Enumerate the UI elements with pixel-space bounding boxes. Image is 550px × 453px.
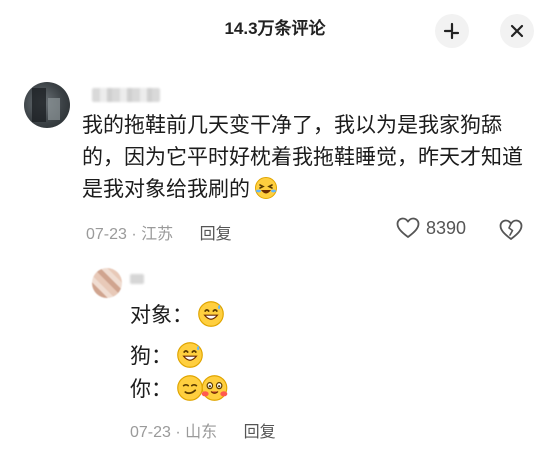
grinning-sweat-emoji	[176, 341, 204, 369]
reply-to-reply-button[interactable]: 回复	[244, 424, 276, 441]
meta-separator: ·	[131, 226, 137, 243]
heart-outline-icon	[396, 217, 420, 238]
reply-button[interactable]: 回复	[200, 226, 232, 243]
collapse-button[interactable]	[435, 14, 469, 48]
reply-speaker: 对象：	[130, 304, 193, 327]
reply-meta: 07-23 · 山东 回复	[130, 418, 276, 442]
dislike-button[interactable]	[499, 219, 523, 246]
commenter-username-blurred[interactable]	[92, 88, 160, 102]
like-count: 8390	[426, 217, 467, 238]
reply-date: 07-23	[130, 424, 171, 441]
reply-location: 山东	[185, 424, 218, 441]
comment-date: 07-23	[86, 226, 127, 243]
replier-avatar[interactable]	[92, 268, 122, 298]
collapse-icon	[443, 22, 460, 40]
meta-separator: ·	[175, 424, 181, 441]
close-icon	[510, 24, 524, 38]
grinning-sweat-emoji	[197, 300, 225, 328]
replier-username-blurred[interactable]	[130, 274, 144, 284]
smirk-and-hug-emoji	[176, 373, 232, 403]
broken-heart-icon	[499, 219, 523, 240]
reply-speaker: 狗：	[130, 345, 172, 368]
reply-speaker: 你：	[130, 378, 172, 401]
comment-body: 我的拖鞋前几天变干净了，我以为是我家狗舔的，因为它平时好枕着我拖鞋睡觉，昨天才知…	[82, 114, 523, 201]
rolling-laughing-emoji	[254, 174, 278, 206]
commenter-avatar[interactable]	[24, 82, 70, 128]
like-button[interactable]: 8390	[396, 217, 466, 239]
reply-line-partner: 对象：	[130, 298, 225, 330]
comment-text: 我的拖鞋前几天变干净了，我以为是我家狗舔的，因为它平时好枕着我拖鞋睡觉，昨天才知…	[82, 110, 532, 206]
reply-line-you: 你：	[130, 372, 232, 404]
reply-line-dog: 狗：	[130, 339, 204, 371]
comment-location: 江苏	[141, 226, 174, 243]
comment-meta: 07-23 · 江苏 回复	[86, 220, 232, 244]
comments-header: 14.3万条评论	[0, 0, 550, 62]
close-button[interactable]	[500, 14, 534, 48]
